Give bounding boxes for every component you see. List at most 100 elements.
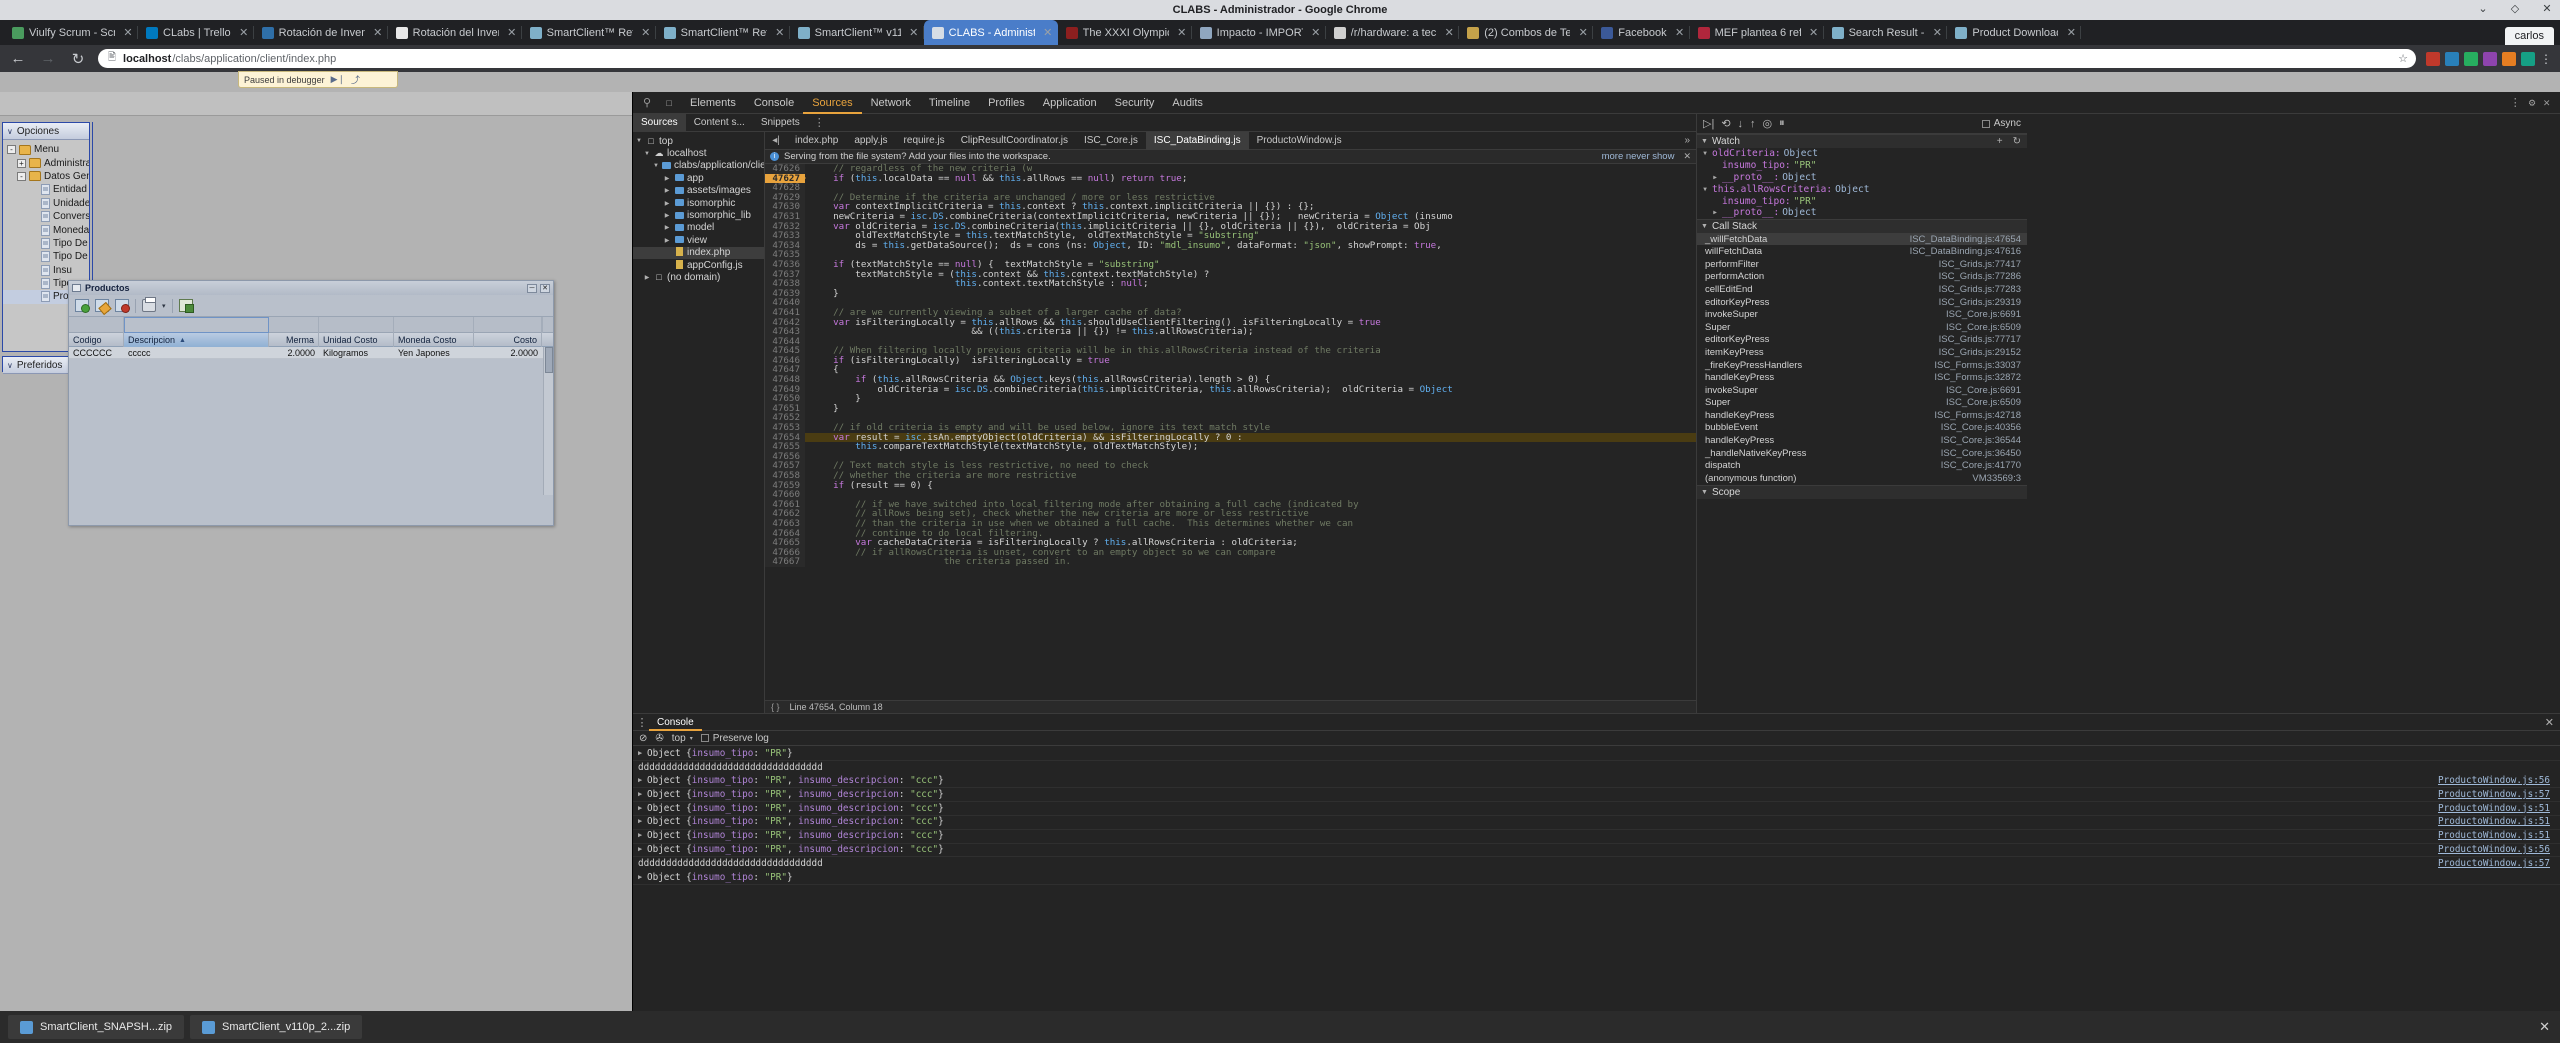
call-stack-frame-8[interactable]: editorKeyPress ISC_Grids.js:77717: [1697, 334, 2027, 347]
tab-console[interactable]: Console: [649, 714, 702, 731]
editor-tab-productowindowjs[interactable]: ProductoWindow.js: [1249, 132, 1350, 150]
more-tools-icon[interactable]: ⋮: [2510, 96, 2521, 109]
navigator-item-3[interactable]: ▶ app: [633, 172, 764, 184]
navigator-item-0[interactable]: ▼ □ top: [633, 135, 764, 147]
twisty-icon[interactable]: ▼: [1701, 150, 1709, 157]
infobar-more-link[interactable]: more never show: [1602, 151, 1679, 162]
code-line-47651[interactable]: 47651 }: [765, 404, 1696, 414]
console-source-link[interactable]: ProductoWindow.js:51: [2438, 830, 2560, 843]
tree-expander-icon[interactable]: -: [17, 171, 26, 181]
extension-icon-3[interactable]: [2464, 51, 2478, 66]
preserve-log-toggle[interactable]: Preserve log: [700, 733, 769, 744]
close-tab-icon[interactable]: ✕: [122, 26, 134, 39]
extension-icons[interactable]: ⋮: [2426, 51, 2552, 66]
twisty-icon[interactable]: ▶: [663, 200, 671, 207]
console-line-2[interactable]: ▶ Object {insumo_tipo: "PR", insumo_descr…: [633, 775, 2560, 789]
navigator-item-11[interactable]: ▶ □ (no domain): [633, 271, 764, 283]
code-line-47630[interactable]: 47630 var contextImplicitCriteria = this…: [765, 202, 1696, 212]
async-toggle[interactable]: Async: [1981, 118, 2021, 129]
console-line-3[interactable]: ▶ Object {insumo_tipo: "PR", insumo_descr…: [633, 788, 2560, 803]
browser-tab-11[interactable]: (2) Combos de Tecl ✕: [1459, 20, 1594, 45]
browser-tab-13[interactable]: MEF plantea 6 refo ✕: [1690, 20, 1824, 45]
console-line-5[interactable]: ▶ Object {insumo_tipo: "PR", insumo_descr…: [633, 816, 2560, 830]
tree-item-1[interactable]: + Administrador: [3, 156, 89, 169]
code-line-47644[interactable]: 47644: [765, 337, 1696, 347]
call-stack-frame-11[interactable]: handleKeyPress ISC_Forms.js:32872: [1697, 371, 2027, 384]
maximize-button[interactable]: ◇: [2506, 2, 2524, 15]
chevron-down-icon[interactable]: ▼: [1701, 138, 1708, 145]
code-line-47645[interactable]: 47645 // When filtering locally previous…: [765, 346, 1696, 356]
step-out-icon[interactable]: ↑: [1750, 118, 1756, 130]
call-stack-section-header[interactable]: ▼ Call Stack: [1697, 218, 2027, 233]
call-stack-frame-5[interactable]: editorKeyPress ISC_Grids.js:29319: [1697, 296, 2027, 309]
twisty-icon[interactable]: ▶: [663, 175, 671, 182]
code-line-47627[interactable]: 47627 if (this.localData == null && this…: [765, 173, 1696, 184]
watch-add-icon[interactable]: +: [1997, 136, 2009, 147]
close-tab-icon[interactable]: ✕: [908, 26, 920, 39]
filter-cell-costo[interactable]: [474, 317, 542, 333]
code-line-47659[interactable]: 47659 if (result == 0) {: [765, 480, 1696, 491]
download-item-1[interactable]: SmartClient_v110p_2...zip: [190, 1015, 363, 1039]
devtools-tab-elements[interactable]: Elements: [681, 92, 745, 114]
call-stack-frame-12[interactable]: invokeSuper ISC_Core.js:6691: [1697, 384, 2027, 397]
debugger-controls[interactable]: ▷| ⟲ ↓ ↑ ◎ ⏸ Async: [1697, 114, 2027, 134]
code-line-47649[interactable]: 47649 oldCriteria = isc.DS.combineCriter…: [765, 385, 1696, 395]
navigator-item-10[interactable]: appConfig.js: [633, 259, 764, 271]
expand-arrow-icon[interactable]: ▶: [638, 775, 647, 788]
expand-arrow-icon[interactable]: ▶: [638, 802, 647, 815]
close-tab-icon[interactable]: ✕: [372, 26, 384, 39]
code-line-47634[interactable]: 47634 ds = this.getDataSource(); ds = co…: [765, 241, 1696, 251]
preserve-log-checkbox[interactable]: [700, 734, 709, 742]
chevron-down-icon[interactable]: ▼: [1701, 489, 1708, 496]
taskbar-close-icon[interactable]: ✕: [2539, 1019, 2560, 1035]
close-tab-icon[interactable]: ✕: [1674, 26, 1686, 39]
extension-icon-4[interactable]: [2483, 51, 2497, 66]
code-line-47640[interactable]: 47640: [765, 298, 1696, 308]
navigator-item-9[interactable]: index.php: [633, 246, 764, 259]
call-stack-frame-10[interactable]: _fireKeyPressHandlers ISC_Forms.js:33037: [1697, 359, 2027, 372]
close-tab-icon[interactable]: ✕: [640, 26, 652, 39]
call-stack-frame-19[interactable]: (anonymous function) VM33569:3: [1697, 472, 2027, 485]
filter-cell-codigo[interactable]: [69, 317, 124, 333]
code-line-47654[interactable]: 47654 var result = isc.isAn.emptyObject(…: [765, 433, 1696, 443]
close-tab-icon[interactable]: ✕: [1808, 26, 1820, 39]
productos-close-button[interactable]: ✕: [540, 283, 550, 293]
browser-tab-8[interactable]: The XXXI Olympic ✕: [1058, 20, 1192, 45]
call-stack-list[interactable]: _willFetchData ISC_DataBinding.js:47654 wi…: [1697, 232, 2027, 485]
export-excel-icon[interactable]: [178, 299, 194, 313]
devtools-topbar-actions[interactable]: ⋮ ⚙ ✕: [2510, 96, 2556, 109]
close-tab-icon[interactable]: ✕: [774, 26, 786, 39]
code-line-47646[interactable]: 47646 if (isFilteringLocally) isFilterin…: [765, 356, 1696, 366]
devtools-tab-audits[interactable]: Audits: [1163, 92, 1212, 114]
sources-subtab-snippets[interactable]: Snippets: [753, 114, 808, 132]
console-source-link[interactable]: ProductoWindow.js:56: [2438, 775, 2560, 788]
devtools-tab-timeline[interactable]: Timeline: [920, 92, 979, 114]
code-line-47650[interactable]: 47650 }: [765, 394, 1696, 404]
code-line-47632[interactable]: 47632 var oldCriteria = isc.DS.combineCr…: [765, 221, 1696, 232]
reload-button[interactable]: ↻: [68, 50, 88, 68]
call-stack-frame-7[interactable]: Super ISC_Core.js:6509: [1697, 321, 2027, 334]
close-tab-icon[interactable]: ✕: [1931, 26, 1943, 39]
watch-item-4[interactable]: insumo_tipo: "PR": [1697, 195, 2027, 207]
sources-subtab-sources[interactable]: Sources: [633, 113, 686, 132]
call-stack-frame-2[interactable]: performFilter ISC_Grids.js:77417: [1697, 258, 2027, 271]
console-toolbar[interactable]: ⊘ ✇ top ▾ Preserve log: [633, 731, 2560, 746]
console-line-9[interactable]: ▶ Object {insumo_tipo: "PR"}: [633, 871, 2560, 885]
watch-item-3[interactable]: ▼ this.allRowsCriteria: Object: [1697, 183, 2027, 195]
close-tab-icon[interactable]: ✕: [1042, 26, 1054, 39]
navigator-item-2[interactable]: ▼ clabs/application/client: [633, 160, 764, 172]
deactivate-breakpoints-icon[interactable]: ◎: [1763, 117, 1773, 130]
browser-tab-3[interactable]: Rotación del Invent ✕: [388, 20, 522, 45]
code-line-47647[interactable]: 47647 {: [765, 365, 1696, 376]
navigator-item-1[interactable]: ▼ ☁ localhost: [633, 147, 764, 159]
twisty-icon[interactable]: ▶: [663, 212, 671, 219]
tree-item-4[interactable]: Unidades D: [3, 197, 89, 210]
browser-tab-4[interactable]: SmartClient™ Refe ✕: [522, 20, 656, 45]
browser-tab-15[interactable]: Product Downloads ✕: [1947, 20, 2082, 45]
extension-icon-5[interactable]: [2502, 51, 2516, 66]
pretty-print-icon[interactable]: { }: [771, 702, 780, 712]
call-stack-frame-17[interactable]: _handleNativeKeyPress ISC_Core.js:36450: [1697, 447, 2027, 460]
download-item-0[interactable]: SmartClient_SNAPSH...zip: [8, 1015, 185, 1039]
add-record-icon[interactable]: [75, 299, 90, 313]
console-line-6[interactable]: ▶ Object {insumo_tipo: "PR", insumo_descr…: [633, 830, 2560, 844]
